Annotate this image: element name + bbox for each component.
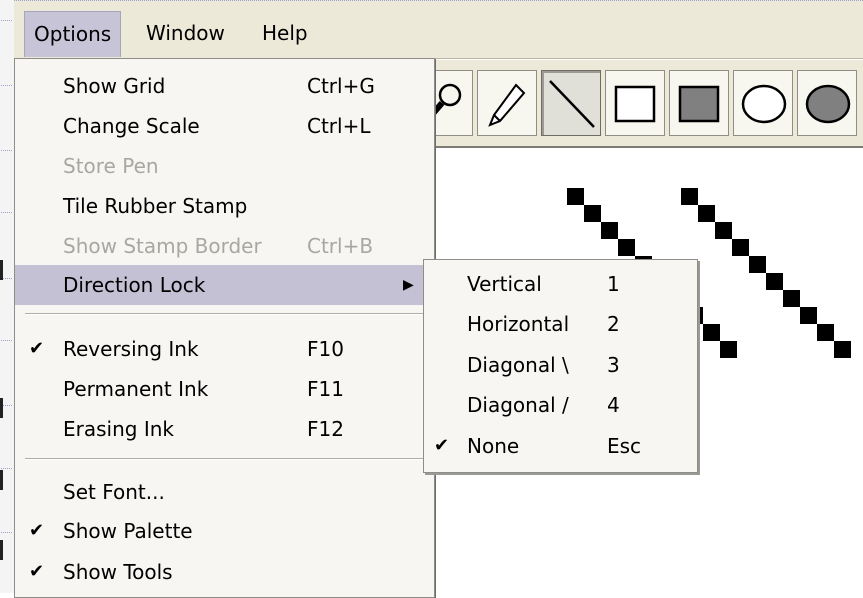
menu-window[interactable]: Window (137, 11, 234, 57)
menu-separator (25, 458, 424, 460)
filled-ellipse-tool[interactable] (797, 70, 857, 136)
menu-item-show-stamp-border: Show Stamp Border Ctrl+B (63, 234, 374, 258)
filled-rectangle-icon (678, 85, 720, 123)
checkmark-icon: ✔ (29, 520, 45, 541)
menu-item-set-font[interactable]: Set Font... (15, 472, 434, 512)
pencil-tool[interactable] (477, 70, 537, 136)
menu-item-tile-rubber-stamp[interactable]: Tile Rubber Stamp (15, 186, 434, 226)
rectangle-icon (614, 85, 656, 123)
menu-item-show-palette[interactable]: ✔ Show Palette (15, 511, 434, 551)
ellipse-icon (741, 84, 787, 124)
menu-item-show-tools[interactable]: ✔ Show Tools (15, 552, 434, 592)
submenu-arrow-icon: ▶ (403, 277, 414, 293)
options-menu: Show Grid Ctrl+G Change Scale Ctrl+L Sto… (14, 58, 435, 598)
submenu-item-none[interactable]: ✔ None Esc (424, 426, 697, 466)
menu-item-erasing-ink[interactable]: Erasing Ink F12 (15, 409, 434, 449)
filled-ellipse-icon (805, 84, 851, 124)
menu-item-show-grid[interactable]: Show Grid Ctrl+G (15, 66, 434, 106)
menu-item-store-pen: Store Pen (63, 154, 159, 178)
menu-item-reversing-ink[interactable]: ✔ Reversing Ink F10 (15, 329, 434, 369)
line-icon (549, 80, 595, 128)
checkmark-icon: ✔ (29, 561, 45, 582)
line-tool[interactable] (541, 70, 601, 136)
rectangle-tool[interactable] (605, 70, 665, 136)
left-margin-strip (0, 0, 14, 593)
submenu-item-vertical[interactable]: Vertical 1 (424, 264, 697, 304)
menu-item-permanent-ink[interactable]: Permanent Ink F11 (15, 369, 434, 409)
pencil-icon (488, 83, 526, 127)
menu-item-direction-lock[interactable]: Direction Lock ▶ (15, 265, 434, 305)
filled-rectangle-tool[interactable] (669, 70, 729, 136)
menu-item-change-scale[interactable]: Change Scale Ctrl+L (15, 106, 434, 146)
drawing-toolbar (413, 60, 863, 148)
submenu-item-diagonal-backslash[interactable]: Diagonal \ 3 (424, 345, 697, 385)
menu-bar: Options Window Help (14, 0, 863, 59)
checkmark-icon: ✔ (434, 435, 450, 456)
checkmark-icon: ✔ (29, 338, 45, 359)
menu-help[interactable]: Help (253, 11, 317, 57)
submenu-item-horizontal[interactable]: Horizontal 2 (424, 304, 697, 344)
direction-lock-submenu: Vertical 1 Horizontal 2 Diagonal \ 3 Dia… (423, 259, 698, 473)
menu-options[interactable]: Options (24, 11, 122, 57)
ellipse-tool[interactable] (733, 70, 793, 136)
submenu-item-diagonal-slash[interactable]: Diagonal / 4 (424, 385, 697, 425)
menu-separator (25, 313, 424, 315)
